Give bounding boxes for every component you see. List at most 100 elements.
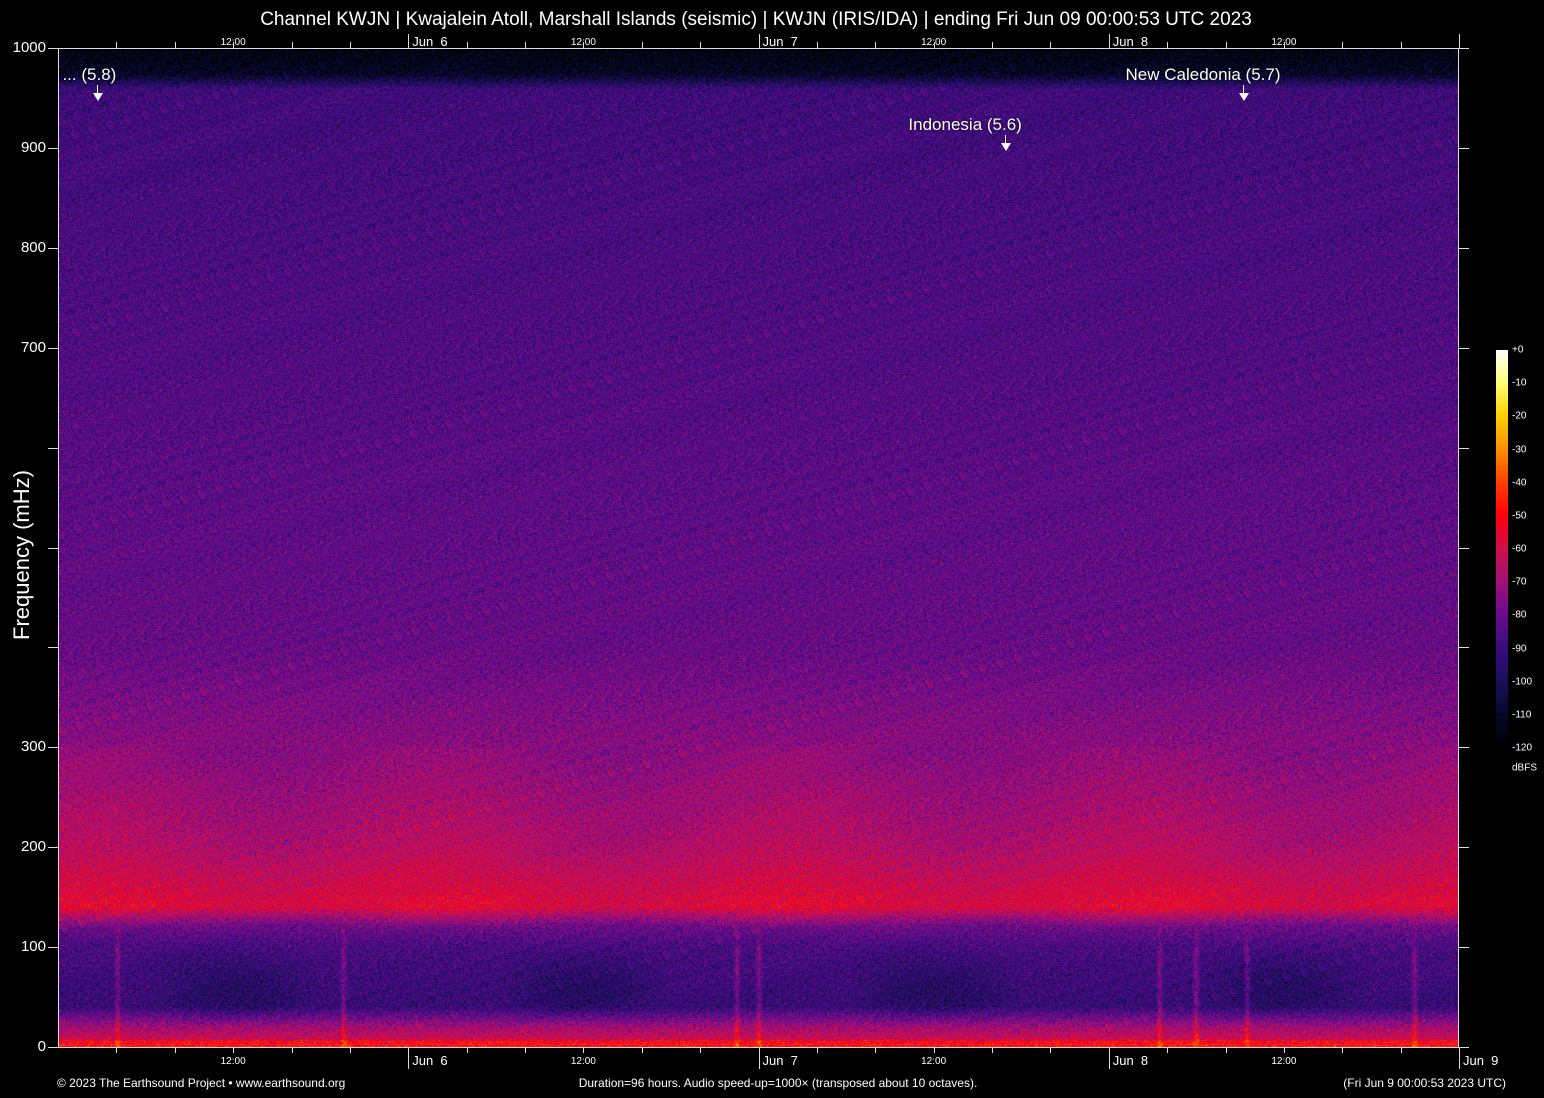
x-tick [233, 1047, 235, 1053]
x-tick [583, 1047, 585, 1053]
y-tick-label: 300 [20, 738, 46, 756]
y-tick-label: 900 [20, 138, 46, 156]
y-tick-label: 1000 [12, 39, 46, 56]
y-tick-right [1459, 347, 1469, 349]
x-tick [816, 1047, 818, 1053]
colorbar-tick-label: -120 [1512, 742, 1533, 754]
annotation-label: New Caledonia (5.7) [1125, 64, 1281, 84]
y-tick-label: 200 [20, 838, 46, 856]
x-time-label-top: 12:00 [220, 37, 246, 48]
y-tick [48, 747, 58, 749]
footer-copyright: © 2023 The Earthsound Project • www.eart… [57, 1076, 346, 1090]
y-tick-right [1459, 247, 1469, 249]
y-tick-label: 800 [20, 238, 46, 256]
y-tick [48, 48, 58, 49]
colorbar-unit: dBFS [1512, 762, 1538, 774]
colorbar-tick-label: -60 [1512, 543, 1527, 555]
x-day-label-top: Jun 7 [762, 34, 798, 49]
x-tick [116, 1047, 118, 1053]
colorbar-tick-label: -70 [1512, 576, 1527, 588]
x-tick-top [174, 42, 176, 48]
x-tick-top [875, 42, 877, 48]
arrowhead-icon [92, 92, 103, 101]
x-day-label: Jun 7 [762, 1053, 798, 1068]
y-tick-label: 700 [20, 338, 46, 356]
y-tick-right [1459, 647, 1469, 649]
y-tick-right [1459, 1047, 1469, 1048]
x-tick-top [291, 42, 293, 48]
colorbar-tick-label: -10 [1512, 377, 1527, 389]
arrowhead-icon [1238, 92, 1249, 101]
x-time-label-top: 12:00 [570, 37, 596, 48]
colorbar-tick-label: -40 [1512, 477, 1527, 489]
x-time-label-top: 12:00 [1271, 37, 1297, 48]
y-tick [48, 947, 58, 949]
colorbar-tick-label: -50 [1512, 510, 1527, 522]
plot-frame [58, 48, 1459, 1048]
y-tick-right [1459, 447, 1469, 449]
annotation-label: Indonesia (5.6) [908, 114, 1022, 134]
x-tick [700, 1047, 702, 1053]
y-tick [48, 447, 58, 449]
x-day-label: Jun 9 [1463, 1053, 1499, 1068]
x-tick [291, 1047, 293, 1053]
y-tick [48, 847, 58, 849]
x-tick [641, 1047, 643, 1053]
x-tick [466, 1047, 468, 1053]
y-tick [48, 547, 58, 549]
y-tick [48, 147, 58, 149]
x-tick-top [700, 42, 702, 48]
y-tick-right [1459, 847, 1469, 849]
y-tick [48, 347, 58, 349]
x-day-tick [1108, 1047, 1110, 1069]
x-day-tick-top [758, 34, 760, 48]
x-tick [1342, 1047, 1344, 1053]
x-day-label-top: Jun 6 [412, 34, 448, 49]
y-tick-label: 100 [20, 938, 46, 956]
x-day-tick [408, 1047, 410, 1069]
y-tick-right [1459, 147, 1469, 149]
x-day-label: Jun 8 [1112, 1053, 1149, 1068]
x-tick [174, 1047, 176, 1053]
chart-title: Channel KWJN | Kwajalein Atoll, Marshall… [260, 9, 1252, 30]
y-tick-right [1459, 547, 1469, 549]
annotation-label: ... (5.8) [62, 64, 117, 84]
x-tick [349, 1047, 351, 1053]
colorbar-tick-label: +0 [1512, 344, 1524, 356]
x-tick-top [525, 42, 526, 48]
x-tick-top [1167, 42, 1169, 48]
x-day-label: Jun 6 [412, 1053, 448, 1068]
x-tick-top [1342, 42, 1344, 48]
x-day-tick-top [1108, 34, 1110, 48]
x-tick [1400, 1047, 1402, 1053]
colorbar-tick-label: -30 [1512, 444, 1527, 455]
y-tick [48, 1047, 58, 1048]
x-tick [525, 1047, 526, 1053]
x-tick [1167, 1047, 1169, 1053]
x-tick [992, 1047, 993, 1053]
y-tick-label: 0 [37, 1038, 46, 1055]
x-day-tick [1459, 1047, 1460, 1069]
x-time-label: 12:00 [220, 1056, 246, 1067]
colorbar [1496, 350, 1508, 748]
y-tick [48, 647, 58, 649]
y-tick-right [1459, 947, 1469, 949]
x-time-label: 12:00 [570, 1056, 596, 1067]
colorbar-tick-label: -90 [1512, 643, 1527, 654]
colorbar-tick-label: -80 [1512, 609, 1527, 621]
y-tick-right [1459, 747, 1469, 749]
x-day-label-top: Jun 8 [1112, 34, 1149, 49]
y-axis-title: Frequency (mHz) [9, 470, 34, 640]
y-tick [48, 247, 58, 249]
x-tick-top [116, 42, 118, 48]
x-tick-top [992, 42, 993, 48]
y-tick-right [1459, 48, 1469, 49]
x-time-label: 12:00 [1271, 1056, 1297, 1067]
footer-end-time: (Fri Jun 9 00:00:53 2023 UTC) [1343, 1076, 1506, 1090]
x-tick-top [349, 42, 351, 48]
x-tick [1225, 1047, 1227, 1053]
colorbar-tick-label: -20 [1512, 410, 1527, 422]
colorbar-tick-label: -100 [1512, 676, 1533, 688]
x-tick-top [1400, 42, 1402, 48]
footer-duration: Duration=96 hours. Audio speed-up=1000× … [578, 1076, 978, 1090]
